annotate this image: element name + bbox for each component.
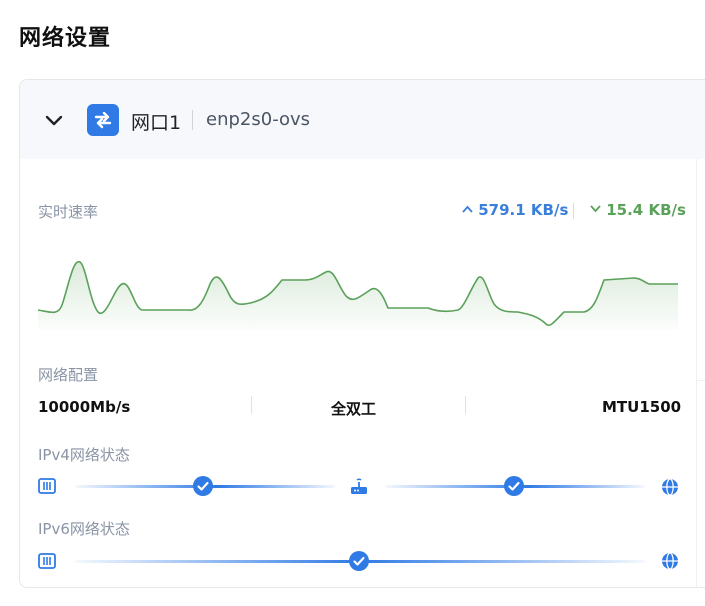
- download-rate-value: 15.4 KB/s: [606, 201, 686, 219]
- ethernet-port-icon: [38, 553, 56, 573]
- config-divider: [465, 396, 466, 414]
- download-rate: 15.4 KB/s: [590, 201, 686, 219]
- upload-rate: 579.1 KB/s: [462, 201, 568, 219]
- arrow-down-icon: [590, 205, 601, 213]
- link-speed: 10000Mb/s: [38, 398, 131, 416]
- realtime-rate-label: 实时速率: [38, 203, 99, 221]
- upload-rate-value: 579.1 KB/s: [478, 201, 569, 219]
- check-circle-icon: [504, 476, 524, 496]
- globe-icon: [661, 552, 679, 574]
- ipv6-status-label: IPv6网络状态: [38, 520, 130, 538]
- config-divider: [251, 396, 252, 414]
- router-icon: [350, 478, 368, 500]
- arrow-up-icon: [462, 205, 473, 213]
- port-interface: enp2s0-ovs: [206, 109, 311, 130]
- chevron-down-icon[interactable]: [42, 108, 66, 132]
- ipv4-status-label: IPv4网络状态: [38, 446, 130, 464]
- port-header[interactable]: 网口1 enp2s0-ovs: [20, 80, 705, 159]
- duplex-mode: 全双工: [331, 400, 377, 418]
- rate-divider: [573, 203, 574, 219]
- network-port-card: 网口1 enp2s0-ovs 实时速率 579.1 KB/s 15.4 KB/s…: [19, 79, 705, 588]
- network-config-label: 网络配置: [38, 366, 99, 384]
- mtu-value: MTU1500: [602, 398, 682, 416]
- network-port-icon: [87, 104, 119, 136]
- panel-divider: [697, 380, 705, 381]
- ethernet-port-icon: [38, 478, 56, 498]
- rate-chart-area: [38, 261, 678, 330]
- globe-icon: [661, 478, 679, 500]
- check-circle-icon: [193, 476, 213, 496]
- header-divider: [192, 110, 193, 130]
- port-name: 网口1: [131, 112, 182, 134]
- page-title: 网络设置: [19, 26, 112, 51]
- panel-divider: [696, 159, 697, 587]
- check-circle-icon: [349, 551, 369, 571]
- realtime-rate-chart: [38, 261, 678, 330]
